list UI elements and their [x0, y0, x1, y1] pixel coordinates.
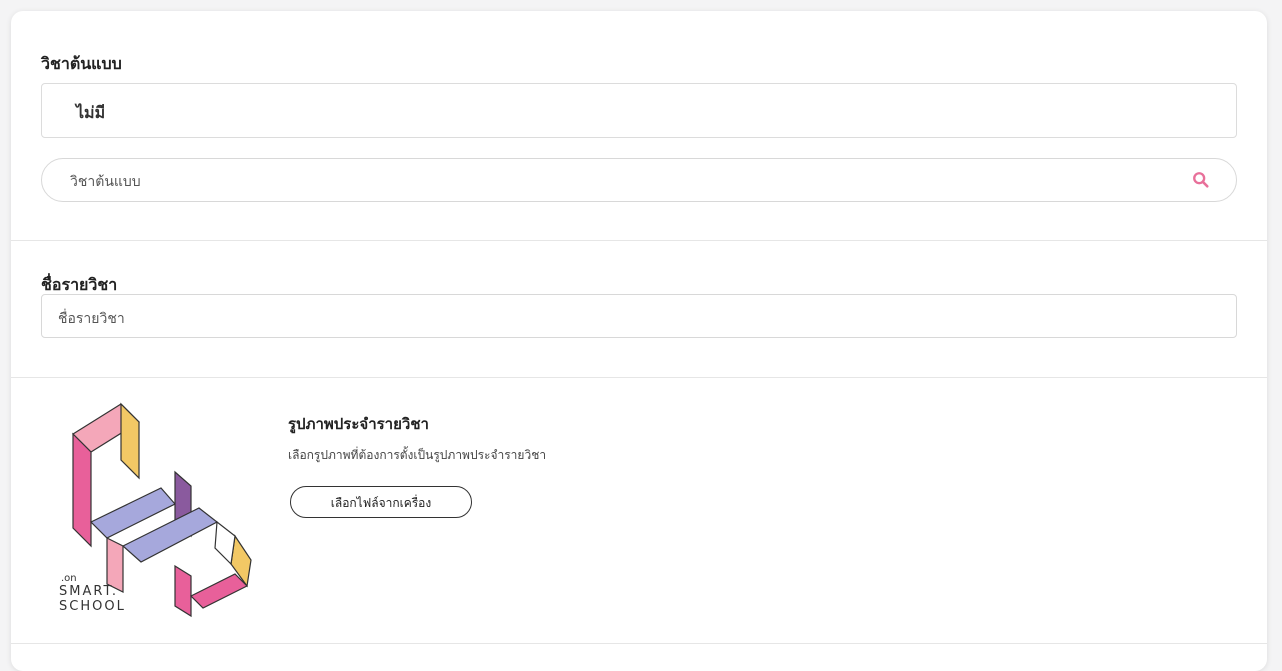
template-subject-label: วิชาต้นแบบ [41, 54, 122, 73]
course-form-card: วิชาต้นแบบ ไม่มี วิชาต้นแบบ ชื่อรายวิชา … [11, 11, 1267, 671]
subject-image-description: เลือกรูปภาพที่ต้องการตั้งเป็นรูปภาพประจำ… [288, 448, 547, 462]
choose-file-button[interactable]: เลือกไฟล์จากเครื่อง [290, 486, 472, 518]
search-icon[interactable] [1192, 171, 1210, 189]
search-placeholder: วิชาต้นแบบ [70, 174, 141, 190]
subject-name-section: ชื่อรายวิชา ชื่อรายวิชา [11, 241, 1267, 378]
logo-shape [174, 564, 192, 618]
template-subject-section: วิชาต้นแบบ ไม่มี วิชาต้นแบบ [11, 11, 1267, 241]
logo-shape [72, 432, 92, 548]
logo-shape [189, 573, 249, 609]
logo-shape [214, 520, 236, 566]
logo-line2: SCHOOL [59, 599, 126, 614]
template-subject-search-input[interactable]: วิชาต้นแบบ [41, 158, 1237, 202]
template-subject-value-box[interactable]: ไม่มี [41, 83, 1237, 138]
logo-prefix: .on [61, 573, 77, 584]
template-subject-value: ไม่มี [76, 103, 106, 122]
logo-shape [120, 402, 140, 480]
subject-image-section: .on SMART. SCHOOL รูปภาพประจำรายวิชา เลื… [11, 378, 1267, 643]
section-divider [11, 643, 1267, 644]
subject-name-placeholder: ชื่อรายวิชา [58, 311, 125, 327]
logo-line1: SMART. [59, 584, 118, 599]
subject-image-title: รูปภาพประจำรายวิชา [288, 415, 429, 433]
subject-name-input[interactable]: ชื่อรายวิชา [41, 294, 1237, 338]
